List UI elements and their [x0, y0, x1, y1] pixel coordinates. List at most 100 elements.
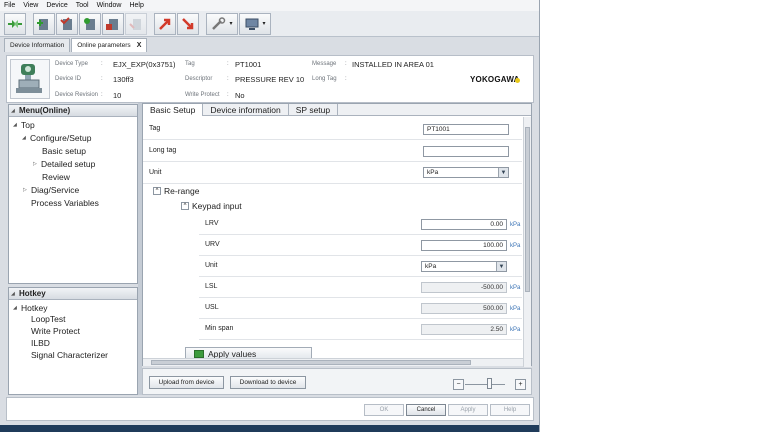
tree-item-process-variables[interactable]: Process Variables: [31, 198, 99, 208]
collapsed-icon: ▷: [33, 161, 37, 167]
device-check-icon: [60, 16, 72, 30]
lrv-unit: kPa: [510, 222, 521, 228]
unit-select-value: kPa: [427, 169, 439, 176]
zoom-slider-thumb[interactable]: [487, 378, 492, 389]
menu-bar: File View Device Tool Window Help: [0, 0, 539, 11]
re-range-group[interactable]: ^ Re-range: [153, 186, 199, 196]
horizontal-scrollbar[interactable]: [143, 358, 523, 366]
device-disabled-icon: [129, 18, 141, 30]
action-bar: Upload from device Download to device − …: [142, 368, 532, 395]
usl-value: 500.00: [421, 303, 507, 314]
tree-item-write-protect[interactable]: Write Protect: [31, 326, 80, 336]
add-device-button[interactable]: [33, 12, 55, 35]
close-tab-button[interactable]: X: [137, 42, 142, 49]
write-protect-value: No: [235, 91, 245, 100]
tree-item-diag-service[interactable]: ▷ Diag/Service: [23, 185, 79, 195]
tab-sp-setup[interactable]: SP setup: [289, 104, 339, 116]
tab-basic-setup[interactable]: Basic Setup: [143, 104, 204, 116]
zoom-slider-track[interactable]: [465, 384, 505, 385]
unit2-row: Unit kPa ▼: [199, 256, 522, 277]
lrv-label: LRV: [205, 220, 219, 227]
tree-item-basic-setup[interactable]: Basic setup: [42, 146, 86, 156]
tag-value: PT1001: [235, 60, 262, 69]
apply-button[interactable]: Apply: [448, 404, 488, 416]
tab-device-information[interactable]: Device information: [203, 104, 289, 116]
min-span-label: Min span: [205, 325, 234, 332]
monitor-icon: [245, 18, 259, 30]
menu-device[interactable]: Device: [42, 2, 71, 9]
download-to-device-button[interactable]: Download to device: [230, 376, 306, 389]
tab-device-information[interactable]: Device Information: [4, 38, 71, 52]
tree-item-hotkey[interactable]: ◢ Hotkey: [13, 303, 47, 313]
cancel-button[interactable]: Cancel: [406, 404, 446, 416]
tab-online-parameters[interactable]: Online parameters X: [71, 38, 148, 52]
menu-view[interactable]: View: [19, 2, 42, 9]
tree-item-top[interactable]: ◢ Top: [13, 120, 35, 130]
upload-from-device-button[interactable]: Upload from device: [149, 376, 224, 389]
keypad-input-group[interactable]: ^ Keypad input: [181, 201, 242, 211]
collapse-icon[interactable]: ◢: [11, 108, 19, 114]
device-id-label: Device ID: [55, 76, 82, 82]
menu-window[interactable]: Window: [93, 2, 126, 9]
zoom-out-icon[interactable]: −: [453, 379, 464, 390]
menu-help[interactable]: Help: [125, 2, 147, 9]
connect-icon: [8, 19, 22, 28]
menu-file[interactable]: File: [0, 2, 19, 9]
tree-item-signal-characterizer[interactable]: Signal Characterizer: [31, 350, 108, 360]
device-header: Device Type : EJX_EXP(0x3751) Device ID …: [6, 55, 534, 103]
device-type-value: EJX_EXP(0x3751): [113, 60, 176, 69]
tree-item-review[interactable]: Review: [42, 172, 70, 182]
long-tag-input[interactable]: [423, 146, 509, 157]
device-settings-button[interactable]: [79, 12, 101, 35]
long-tag-label: Long Tag: [312, 76, 337, 82]
message-value: INSTALLED IN AREA 01: [352, 60, 434, 69]
collapse-icon[interactable]: ◢: [11, 291, 19, 297]
lrv-row: LRV 0.00 kPa: [199, 214, 522, 235]
menu-tool[interactable]: Tool: [72, 2, 93, 9]
lsl-row: LSL -500.00 kPa: [199, 277, 522, 298]
document-tabs: Device Information Online parameters X: [4, 38, 148, 52]
scroll-thumb[interactable]: [151, 360, 471, 365]
lrv-input[interactable]: 0.00: [421, 219, 507, 230]
expanded-icon: ◢: [13, 122, 17, 128]
scroll-thumb[interactable]: [525, 127, 530, 292]
min-span-value: 2.50: [421, 324, 507, 335]
urv-input[interactable]: 100.00: [421, 240, 507, 251]
connect-button[interactable]: [4, 12, 26, 35]
tag-label: Tag: [149, 125, 161, 132]
zoom-in-icon[interactable]: +: [515, 379, 526, 390]
unit2-select[interactable]: kPa ▼: [421, 261, 507, 272]
descriptor-value: PRESSURE REV 10: [235, 75, 305, 84]
tree-item-configure-setup[interactable]: ◢ Configure/Setup: [22, 133, 91, 143]
device-disabled-button[interactable]: [125, 12, 147, 35]
help-button[interactable]: Help: [490, 404, 530, 416]
collapse-icon: ^: [181, 202, 189, 210]
upload-button[interactable]: [154, 12, 176, 35]
tree-item-looptest[interactable]: LoopTest: [31, 314, 66, 324]
chevron-down-icon: ▾: [229, 21, 233, 27]
ok-button[interactable]: OK: [364, 404, 404, 416]
dialog-footer: OK Cancel Apply Help: [6, 397, 534, 421]
lsl-label: LSL: [205, 283, 218, 290]
tree-item-ilbd[interactable]: ILBD: [31, 338, 50, 348]
tag-input[interactable]: PT1001: [423, 124, 509, 135]
tab-label: Online parameters: [77, 42, 131, 49]
vertical-scrollbar[interactable]: [523, 117, 531, 367]
chevron-down-icon: ▼: [498, 168, 508, 177]
tree-item-detailed-setup[interactable]: ▷ Detailed setup: [33, 159, 95, 169]
collapsed-icon: ▷: [23, 187, 27, 193]
device-save-button[interactable]: [102, 12, 124, 35]
long-tag-row: Long tag: [143, 141, 522, 162]
message-label: Message: [312, 61, 337, 67]
unit-label: Unit: [149, 169, 162, 176]
monitor-dropdown-button[interactable]: ▾: [239, 12, 271, 35]
upload-icon: [159, 18, 171, 30]
expanded-icon: ◢: [13, 305, 17, 311]
unit-select[interactable]: kPa ▼: [423, 167, 509, 178]
download-button[interactable]: [177, 12, 199, 35]
logo-dot-icon: [515, 78, 520, 83]
wrench-dropdown-button[interactable]: ▾: [206, 12, 238, 35]
device-check-button[interactable]: [56, 12, 78, 35]
taskbar: [0, 425, 539, 432]
min-span-row: Min span 2.50 kPa: [199, 319, 522, 340]
